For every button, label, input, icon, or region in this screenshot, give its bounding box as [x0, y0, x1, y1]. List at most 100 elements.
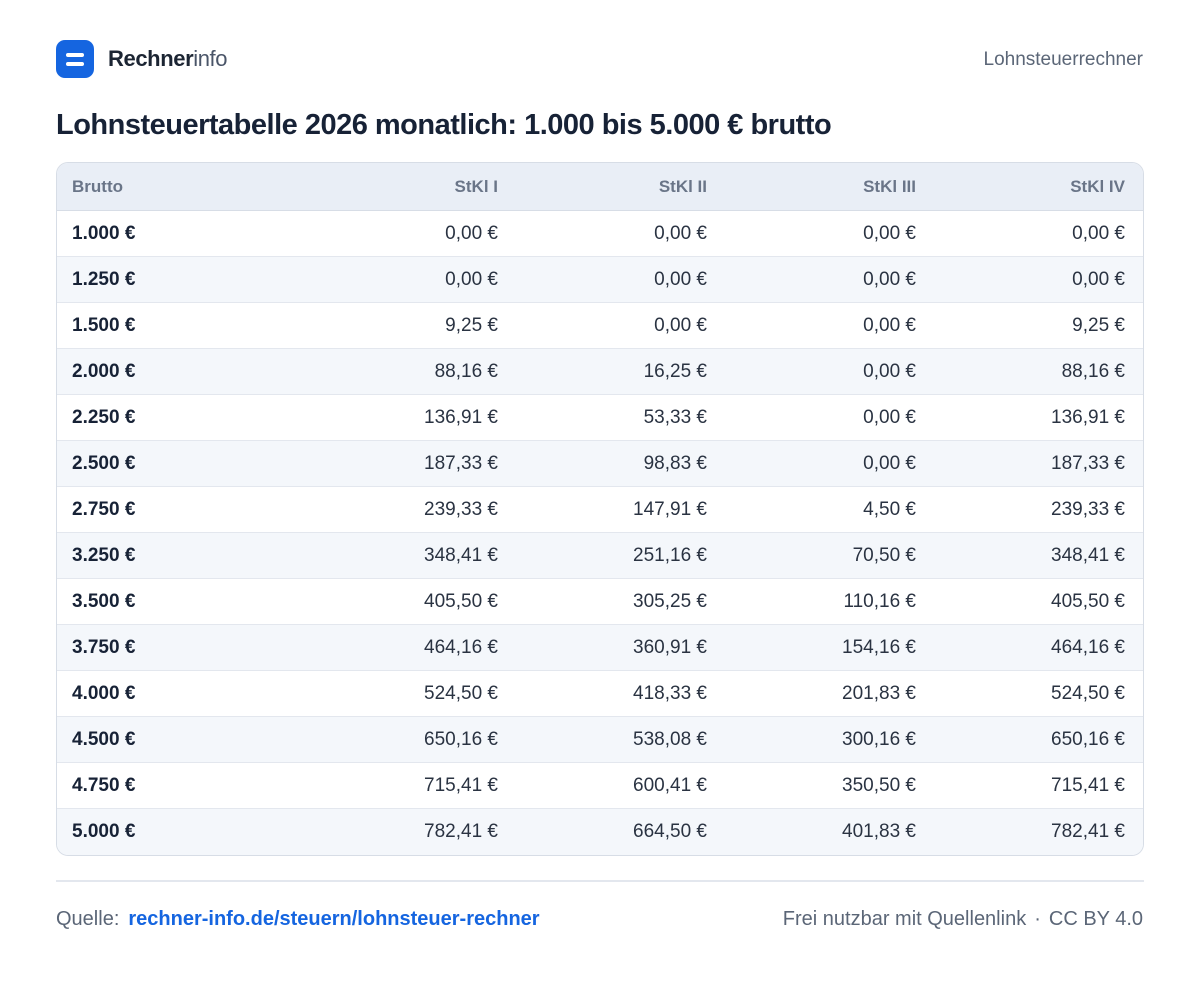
- cell-stkl-3: 0,00 €: [863, 314, 916, 336]
- cell-brutto: 3.750 €: [72, 636, 136, 658]
- cell-stkl-3: 201,83 €: [842, 682, 916, 704]
- cell-brutto: 4.500 €: [72, 728, 136, 750]
- cell-brutto: 4.000 €: [72, 682, 136, 704]
- license-line: Frei nutzbar mit Quellenlink · CC BY 4.0: [783, 906, 1143, 932]
- cell-stkl-4: 9,25 €: [1072, 314, 1125, 336]
- cell-stkl-4: 0,00 €: [1072, 268, 1125, 290]
- cell-stkl-4: 0,00 €: [1072, 222, 1125, 244]
- cell-stkl-1: 650,16 €: [424, 728, 498, 750]
- cell-stkl-1: 782,41 €: [424, 821, 498, 842]
- cell-stkl-3: 4,50 €: [863, 498, 916, 520]
- cell-stkl-1: 524,50 €: [424, 682, 498, 704]
- cell-stkl-4: 239,33 €: [1051, 498, 1125, 520]
- cell-stkl-2: 664,50 €: [633, 821, 707, 842]
- page-title: Lohnsteuertabelle 2026 monatlich: 1.000 …: [56, 109, 832, 141]
- cell-stkl-2: 0,00 €: [654, 268, 707, 290]
- cell-stkl-1: 239,33 €: [424, 498, 498, 520]
- cell-brutto: 1.000 €: [72, 222, 136, 244]
- column-header-stkl-1: StKl I: [454, 176, 498, 196]
- cell-brutto: 1.250 €: [72, 268, 136, 290]
- table-row: 1.000 € 0,00 € 0,00 € 0,00 € 0,00 €: [57, 211, 1143, 257]
- cell-stkl-1: 9,25 €: [445, 314, 498, 336]
- cell-stkl-3: 0,00 €: [863, 222, 916, 244]
- cell-stkl-2: 147,91 €: [633, 498, 707, 520]
- tax-table: Brutto StKl I StKl II StKl III StKl IV 1…: [56, 162, 1144, 856]
- column-header-brutto: Brutto: [72, 176, 123, 196]
- source-line: Quelle: rechner-info.de/steuern/lohnsteue…: [56, 906, 540, 932]
- table-row: 4.000 € 524,50 € 418,33 € 201,83 € 524,50 €: [57, 671, 1143, 717]
- footer-divider: [56, 880, 1144, 882]
- cell-stkl-2: 0,00 €: [654, 314, 707, 336]
- brand-logo-link[interactable]: Rechnerinfo: [56, 40, 228, 78]
- source-label: Quelle:: [56, 908, 120, 930]
- cell-stkl-2: 0,00 €: [654, 222, 707, 244]
- table-row: 4.750 € 715,41 € 600,41 € 350,50 € 715,41 €: [57, 763, 1143, 809]
- cell-stkl-4: 464,16 €: [1051, 636, 1125, 658]
- column-header-stkl-4: StKl IV: [1070, 176, 1125, 196]
- cell-stkl-2: 98,83 €: [643, 452, 707, 474]
- brand-name-light: info: [193, 46, 228, 71]
- cell-stkl-1: 187,33 €: [424, 452, 498, 474]
- nav-link-lohnsteuerrechner[interactable]: Lohnsteuerrechner: [984, 48, 1144, 72]
- cell-stkl-2: 16,25 €: [643, 360, 707, 382]
- table-row: 5.000 € 782,41 € 664,50 € 401,83 € 782,41 €: [57, 809, 1143, 855]
- cell-stkl-1: 136,91 €: [424, 406, 498, 428]
- cell-stkl-1: 0,00 €: [445, 268, 498, 290]
- table-header-row: Brutto StKl I StKl II StKl III StKl IV: [57, 163, 1143, 211]
- table-row: 2.500 € 187,33 € 98,83 € 0,00 € 187,33 €: [57, 441, 1143, 487]
- table-row: 4.500 € 650,16 € 538,08 € 300,16 € 650,16 €: [57, 717, 1143, 763]
- cell-stkl-1: 348,41 €: [424, 544, 498, 566]
- cell-stkl-4: 348,41 €: [1051, 544, 1125, 566]
- table-row: 1.500 € 9,25 € 0,00 € 0,00 € 9,25 €: [57, 303, 1143, 349]
- cell-stkl-2: 600,41 €: [633, 774, 707, 796]
- cell-stkl-3: 300,16 €: [842, 728, 916, 750]
- cell-brutto: 1.500 €: [72, 314, 136, 336]
- cell-stkl-2: 418,33 €: [633, 682, 707, 704]
- cell-stkl-4: 524,50 €: [1051, 682, 1125, 704]
- column-header-stkl-3: StKl III: [863, 176, 916, 196]
- brand-name-bold: Rechner: [108, 46, 194, 71]
- license-text: Frei nutzbar mit Quellenlink: [782, 908, 1027, 930]
- cell-stkl-3: 0,00 €: [863, 268, 916, 290]
- table-row: 2.000 € 88,16 € 16,25 € 0,00 € 88,16 €: [57, 349, 1143, 395]
- cell-stkl-3: 0,00 €: [863, 360, 916, 382]
- page: Rechnerinfo Lohnsteuerrechner Lohnsteuer…: [0, 0, 1200, 1000]
- table-row: 3.750 € 464,16 € 360,91 € 154,16 € 464,16 €: [57, 625, 1143, 671]
- brand-name: Rechnerinfo: [108, 40, 228, 78]
- table-body: 1.000 € 0,00 € 0,00 € 0,00 € 0,00 € 1.250 € 0,…: [57, 211, 1143, 855]
- cell-stkl-1: 464,16 €: [424, 636, 498, 658]
- cell-brutto: 4.750 €: [72, 774, 136, 796]
- cell-stkl-3: 350,50 €: [842, 774, 916, 796]
- cell-stkl-1: 715,41 €: [424, 774, 498, 796]
- license-name: CC BY 4.0: [1048, 908, 1143, 930]
- cell-stkl-4: 187,33 €: [1051, 452, 1125, 474]
- table-row: 3.500 € 405,50 € 305,25 € 110,16 € 405,50 €: [57, 579, 1143, 625]
- cell-stkl-2: 305,25 €: [633, 590, 707, 612]
- column-header-stkl-2: StKl II: [658, 176, 707, 196]
- source-link[interactable]: rechner-info.de/steuern/lohnsteuer-rechn…: [128, 908, 539, 930]
- equals-logo-icon: [56, 40, 94, 78]
- cell-stkl-3: 0,00 €: [863, 406, 916, 428]
- cell-stkl-2: 53,33 €: [643, 406, 707, 428]
- cell-stkl-3: 70,50 €: [852, 544, 916, 566]
- cell-stkl-4: 88,16 €: [1061, 360, 1125, 382]
- table-row: 3.250 € 348,41 € 251,16 € 70,50 € 348,41 €: [57, 533, 1143, 579]
- cell-stkl-3: 0,00 €: [863, 452, 916, 474]
- license-separator: ·: [1034, 908, 1041, 930]
- cell-stkl-3: 110,16 €: [843, 590, 916, 612]
- cell-stkl-4: 136,91 €: [1051, 406, 1125, 428]
- cell-brutto: 5.000 €: [72, 821, 136, 842]
- cell-brutto: 3.250 €: [72, 544, 136, 566]
- cell-stkl-3: 401,83 €: [842, 821, 916, 842]
- cell-stkl-1: 0,00 €: [445, 222, 498, 244]
- cell-brutto: 2.250 €: [72, 406, 136, 428]
- cell-stkl-2: 360,91 €: [633, 636, 707, 658]
- cell-stkl-1: 405,50 €: [424, 590, 498, 612]
- cell-stkl-4: 782,41 €: [1051, 821, 1125, 842]
- cell-stkl-4: 650,16 €: [1051, 728, 1125, 750]
- table-row: 2.250 € 136,91 € 53,33 € 0,00 € 136,91 €: [57, 395, 1143, 441]
- cell-brutto: 3.500 €: [72, 590, 136, 612]
- cell-stkl-4: 405,50 €: [1051, 590, 1125, 612]
- cell-brutto: 2.500 €: [72, 452, 136, 474]
- table-row: 2.750 € 239,33 € 147,91 € 4,50 € 239,33 €: [57, 487, 1143, 533]
